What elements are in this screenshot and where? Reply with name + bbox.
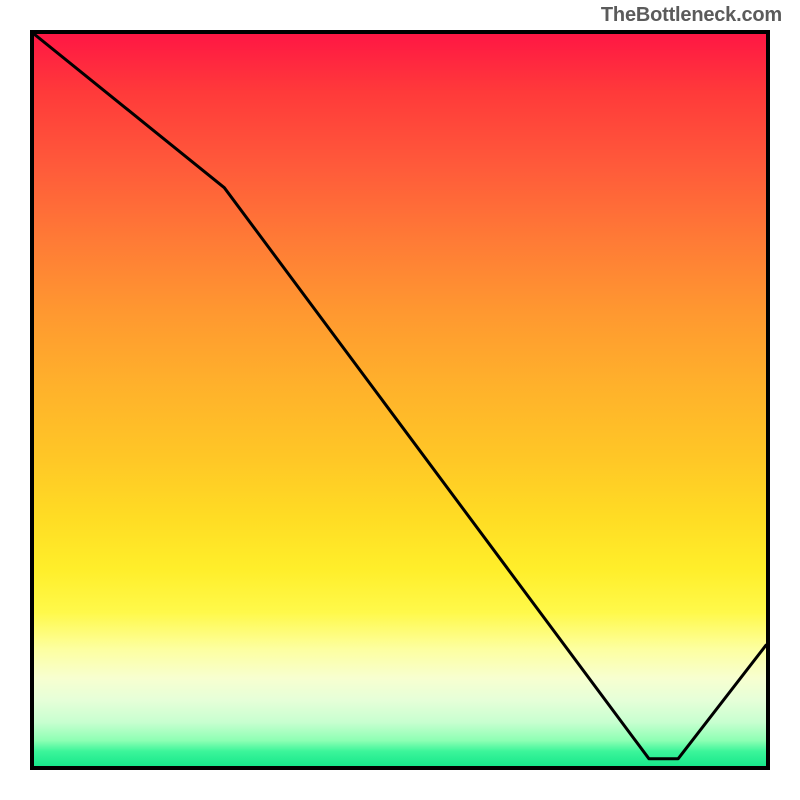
attribution-label: TheBottleneck.com: [601, 4, 782, 27]
plot-area: [30, 30, 770, 770]
chart-container: TheBottleneck.com: [0, 0, 800, 800]
bottleneck-line: [34, 34, 766, 766]
